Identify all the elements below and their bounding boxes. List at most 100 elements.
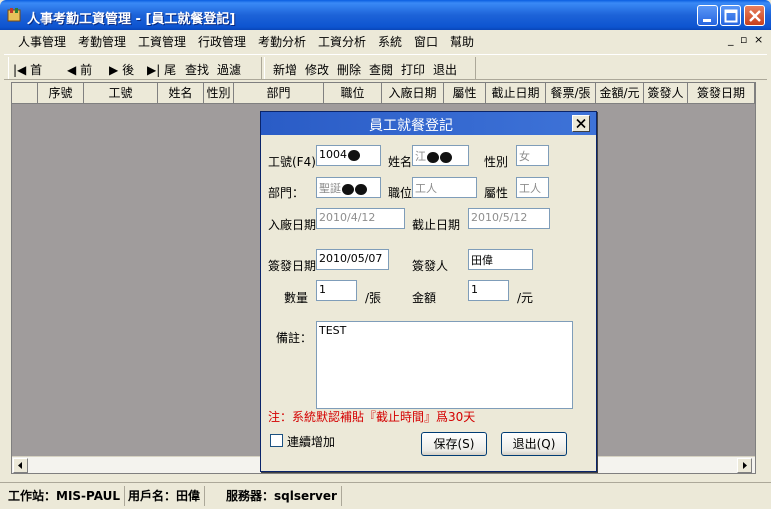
dept-value: 聖誕 (319, 182, 341, 195)
col-header-name[interactable]: 姓名 (158, 83, 204, 104)
first-button[interactable]: |◀ 首 (13, 61, 42, 78)
scroll-right-button[interactable] (737, 458, 752, 473)
arrow-left-icon (18, 462, 22, 469)
note-text: 注：系統默認補貼『截止時間』爲30天 (268, 410, 476, 424)
close-icon (749, 10, 761, 22)
issuer-label: 簽發人 (412, 259, 449, 273)
title-bar: 人事考勤工資管理 - [員工就餐登記] (0, 0, 771, 30)
next-icon: ▶ (109, 63, 119, 77)
position-field[interactable]: 工人 (412, 177, 477, 198)
quantity-label: 數量 (284, 291, 309, 305)
dialog-title-bar: 員工就餐登記 (261, 112, 596, 135)
col-header-attribute[interactable]: 屬性 (444, 83, 486, 104)
mdi-minimize-button[interactable]: _ (728, 33, 734, 46)
emp-no-value: 1004 (319, 148, 347, 161)
menu-payroll[interactable]: 工資管理 (138, 33, 186, 50)
mdi-close-button[interactable]: × (754, 33, 763, 46)
col-header-issuer[interactable]: 簽發人 (644, 83, 688, 104)
menu-payroll-analysis[interactable]: 工資分析 (318, 33, 366, 50)
status-bar: 工作站：MIS-PAUL 用戶名：田偉 服務器：sqlserver (0, 482, 771, 509)
save-button[interactable]: 保存(S) (421, 432, 487, 456)
redaction-mark (427, 151, 439, 163)
menu-attendance[interactable]: 考勤管理 (78, 33, 126, 50)
gender-field[interactable]: 女 (516, 145, 549, 166)
remark-textarea[interactable]: TEST (316, 321, 573, 409)
row-selector-header (12, 83, 38, 104)
prev-button[interactable]: ◀ 前 (67, 61, 92, 78)
col-header-end-date[interactable]: 截止日期 (486, 83, 546, 104)
dialog-close-button[interactable] (572, 115, 590, 132)
first-label: 首 (30, 63, 43, 77)
maximize-button[interactable] (720, 5, 741, 26)
window-title: 人事考勤工資管理 - [員工就餐登記] (27, 12, 236, 27)
redaction-mark (342, 183, 354, 195)
hire-date-field[interactable]: 2010/4/12 (316, 208, 405, 229)
col-header-dept[interactable]: 部門 (234, 83, 324, 104)
prev-icon: ◀ (67, 63, 77, 77)
nav-toolbar-group: |◀ 首 ◀ 前 ▶ 後 ▶| 尾 查找 過濾 (8, 57, 262, 79)
col-header-issue-date[interactable]: 簽發日期 (688, 83, 755, 104)
amount-unit: /元 (517, 291, 534, 305)
attribute-label: 屬性 (484, 186, 509, 200)
maximize-icon (724, 9, 738, 23)
quantity-field[interactable]: 1 (316, 280, 357, 301)
position-label: 職位 (388, 186, 413, 200)
edit-button[interactable]: 修改 (305, 61, 329, 78)
redaction-mark (440, 151, 452, 163)
dept-field[interactable]: 聖誕 (316, 177, 381, 198)
end-date-field[interactable]: 2010/5/12 (468, 208, 550, 229)
app-icon (7, 8, 21, 22)
name-label: 姓名 (388, 155, 413, 169)
last-label: 尾 (164, 63, 177, 77)
next-button[interactable]: ▶ 後 (109, 61, 134, 78)
filter-button[interactable]: 過濾 (217, 61, 241, 78)
issuer-field[interactable]: 田偉 (468, 249, 533, 270)
scroll-left-button[interactable] (13, 458, 28, 473)
end-date-label: 截止日期 (412, 218, 461, 232)
amount-field[interactable]: 1 (468, 280, 509, 301)
exit-toolbar-button[interactable]: 退出 (433, 61, 457, 78)
col-header-seq[interactable]: 序號 (38, 83, 84, 104)
last-icon: ▶| (147, 63, 161, 77)
emp-no-label: 工號(F4) (268, 155, 316, 169)
issue-date-label: 簽發日期 (268, 259, 317, 273)
status-workstation: 工作站：MIS-PAUL (4, 486, 126, 506)
delete-button[interactable]: 刪除 (337, 61, 361, 78)
grid-header: 序號 工號 姓名 性別 部門 職位 入廠日期 屬性 截止日期 餐票/張 金額/元… (12, 83, 755, 104)
menu-system[interactable]: 系統 (378, 33, 402, 50)
menu-bar: 人事管理 考勤管理 工資管理 行政管理 考勤分析 工資分析 系統 窗口 幫助 _… (4, 30, 767, 52)
col-header-tickets[interactable]: 餐票/張 (546, 83, 596, 104)
minimize-button[interactable] (697, 5, 718, 26)
menu-admin[interactable]: 行政管理 (198, 33, 246, 50)
remark-label: 備註： (276, 331, 313, 345)
continuous-add-checkbox[interactable] (270, 434, 283, 447)
attribute-field[interactable]: 工人 (516, 177, 549, 198)
menu-window[interactable]: 窗口 (414, 33, 438, 50)
col-header-hire-date[interactable]: 入廠日期 (382, 83, 444, 104)
name-value: 江 (415, 150, 426, 163)
col-header-gender[interactable]: 性別 (204, 83, 234, 104)
menu-attendance-analysis[interactable]: 考勤分析 (258, 33, 306, 50)
next-label: 後 (122, 63, 135, 77)
emp-no-field[interactable]: 1004 (316, 145, 381, 166)
prev-label: 前 (80, 63, 93, 77)
col-header-emp-no[interactable]: 工號 (84, 83, 158, 104)
redaction-mark (348, 149, 360, 161)
new-button[interactable]: 新增 (273, 61, 297, 78)
menu-personnel[interactable]: 人事管理 (18, 33, 66, 50)
mdi-restore-button[interactable]: ▫ (740, 33, 747, 46)
issue-date-field[interactable]: 2010/05/07 (316, 249, 389, 270)
exit-button[interactable]: 退出(Q) (501, 432, 567, 456)
print-button[interactable]: 打印 (401, 61, 425, 78)
close-button[interactable] (744, 5, 765, 26)
action-toolbar-group: 新增 修改 刪除 查閱 打印 退出 (264, 57, 476, 79)
find-button[interactable]: 查找 (185, 61, 209, 78)
menu-help[interactable]: 幫助 (450, 33, 474, 50)
col-header-position[interactable]: 職位 (324, 83, 382, 104)
col-header-amount[interactable]: 金額/元 (596, 83, 644, 104)
continuous-add-label[interactable]: 連續增加 (287, 433, 335, 450)
name-field[interactable]: 江 (412, 145, 469, 166)
toolbar: |◀ 首 ◀ 前 ▶ 後 ▶| 尾 查找 過濾 新增 修改 刪除 查閱 打印 退… (4, 54, 767, 80)
last-button[interactable]: ▶| 尾 (147, 61, 176, 78)
view-button[interactable]: 查閱 (369, 61, 393, 78)
